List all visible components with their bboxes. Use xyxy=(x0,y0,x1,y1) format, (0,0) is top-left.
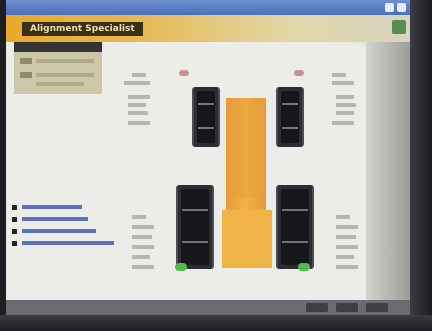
axle-top xyxy=(228,98,264,198)
front-right-status-icon xyxy=(294,70,304,76)
info-line xyxy=(36,73,94,77)
rear-right-status-icon xyxy=(298,263,310,271)
monitor-bezel-left xyxy=(0,0,6,331)
rear-left-wheel[interactable] xyxy=(176,185,214,269)
monitor-bezel-right xyxy=(410,0,432,331)
axle-bottom xyxy=(222,210,272,268)
side-shadow xyxy=(366,42,410,315)
minimize-icon[interactable] xyxy=(385,3,394,12)
app-title: Alignment Specialist xyxy=(22,22,143,36)
footer-toolbar xyxy=(6,300,410,315)
info-header xyxy=(14,42,102,52)
screen: Alignment Specialist xyxy=(0,0,432,331)
info-line xyxy=(36,59,94,63)
footer-button[interactable] xyxy=(306,303,328,312)
front-left-status-icon xyxy=(179,70,189,76)
close-icon[interactable] xyxy=(397,3,406,12)
alignment-panel: Alignment Specialist xyxy=(6,15,410,315)
logo-icon xyxy=(392,20,406,34)
rear-left-status-icon xyxy=(175,263,187,271)
footer-button[interactable] xyxy=(336,303,358,312)
rear-right-wheel[interactable] xyxy=(276,185,314,269)
monitor-bezel-bottom xyxy=(0,315,432,331)
info-chip-icon xyxy=(20,58,32,64)
info-line xyxy=(36,82,84,86)
vehicle-info-box xyxy=(14,42,102,94)
footer-button[interactable] xyxy=(366,303,388,312)
info-chip-icon xyxy=(20,72,32,78)
app-header: Alignment Specialist xyxy=(6,15,410,42)
front-right-wheel[interactable] xyxy=(276,87,304,147)
front-left-wheel[interactable] xyxy=(192,87,220,147)
window-titlebar xyxy=(6,0,410,15)
